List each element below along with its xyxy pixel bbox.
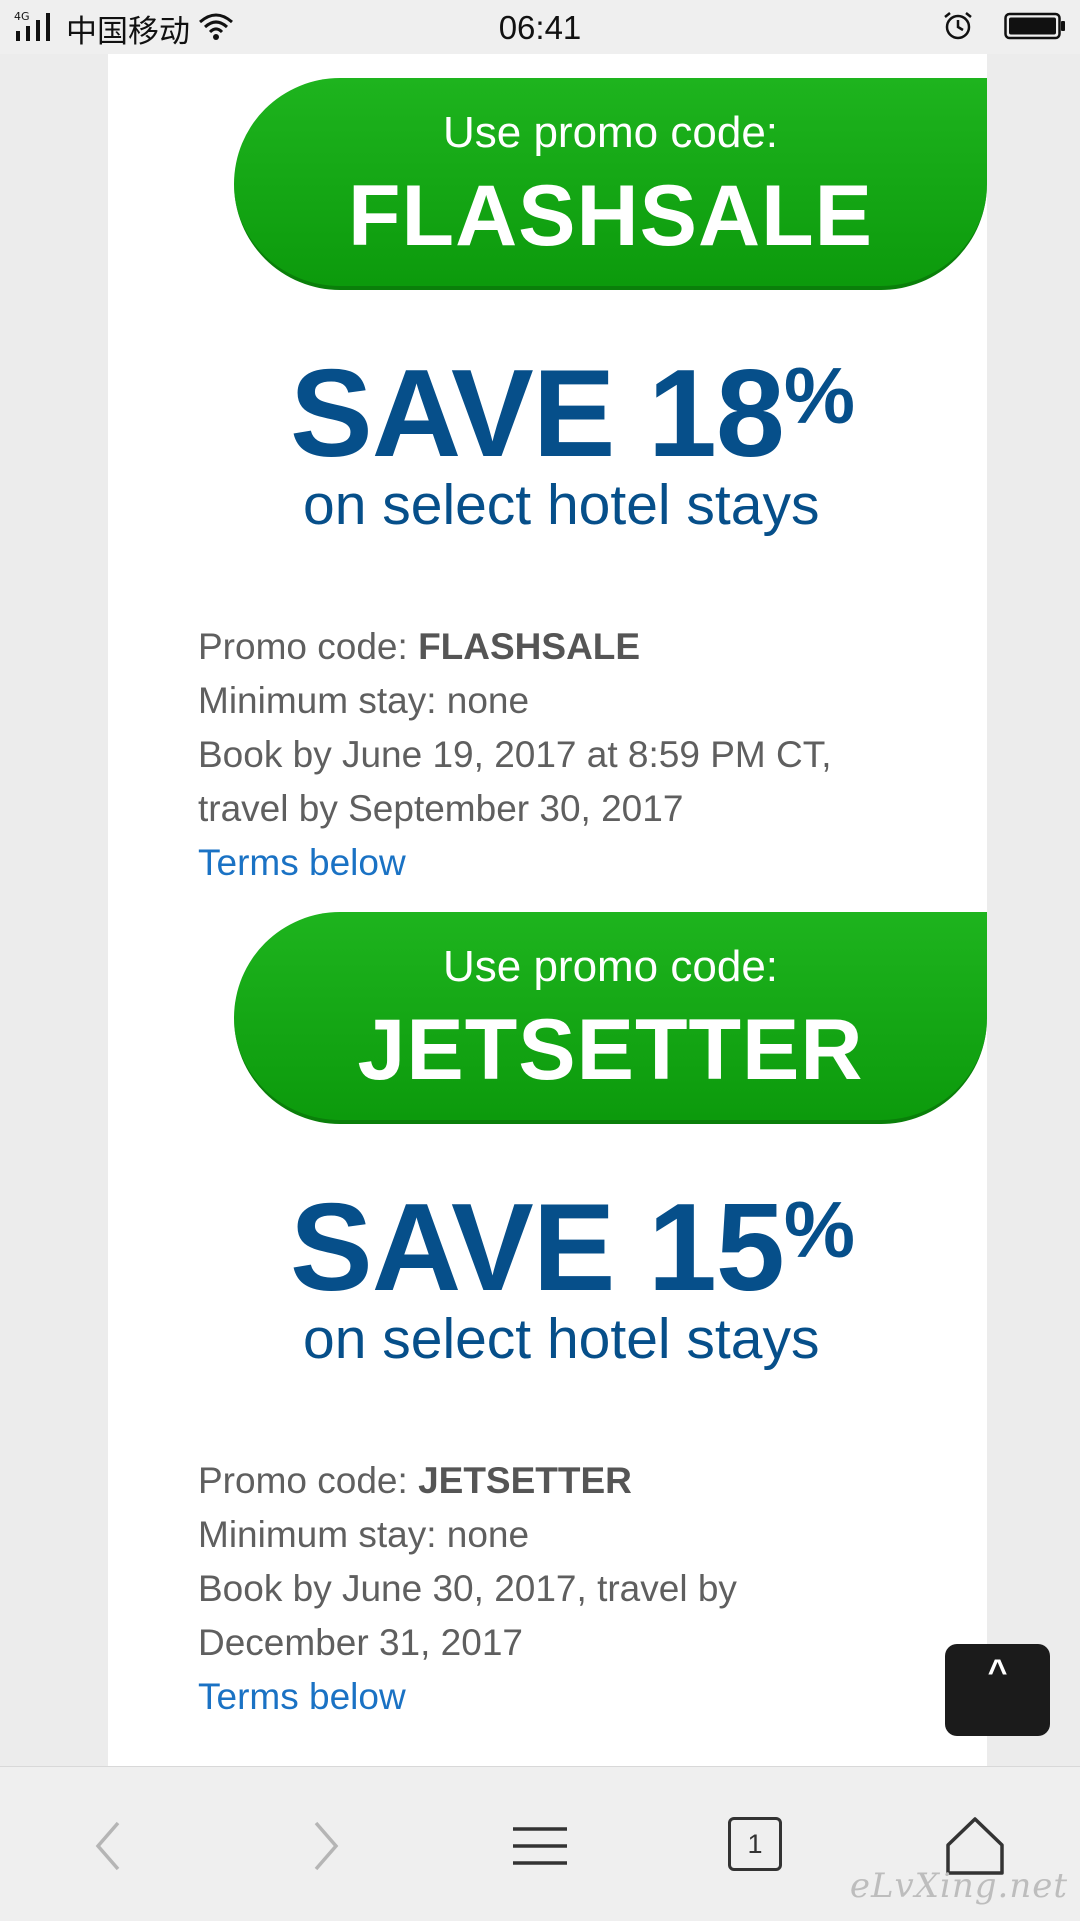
promo-code-line: Promo code: FLASHSALE: [198, 620, 958, 674]
forward-button[interactable]: [290, 1811, 360, 1881]
booking-window-line-1: Book by June 30, 2017, travel by: [198, 1568, 737, 1609]
status-bar: 4G 中国移动 06:41: [0, 0, 1080, 54]
booking-window-line-2: December 31, 2017: [198, 1622, 523, 1663]
terms-link[interactable]: Terms below: [198, 1670, 958, 1724]
save-amount: SAVE 15: [290, 1179, 785, 1317]
battery-icon: [1004, 12, 1066, 45]
promo-banner-label: Use promo code:: [442, 942, 779, 991]
save-percent-sign: %: [783, 351, 855, 440]
promo-banner-label: Use promo code:: [442, 108, 779, 157]
booking-window-line-1: Book by June 19, 2017 at 8:59 PM CT,: [198, 734, 832, 775]
chevron-left-icon: [95, 1821, 120, 1871]
booking-window-line-2: travel by September 30, 2017: [198, 788, 684, 829]
promo-code-value: JETSETTER: [418, 1460, 632, 1501]
promo-banner[interactable]: Use promo code: JETSETTER: [234, 912, 987, 1124]
web-page-content: Use promo code: FLASHSALE SAVE 18% on se…: [108, 54, 987, 1766]
promo-code-label: Promo code:: [198, 1460, 419, 1501]
tabs-button[interactable]: 1: [728, 1817, 782, 1871]
offer-details: Promo code: FLASHSALE Minimum stay: none…: [198, 620, 958, 890]
promo-code-line: Promo code: JETSETTER: [198, 1454, 958, 1508]
save-subtitle: on select hotel stays: [303, 1307, 820, 1371]
alarm-icon: [942, 10, 974, 47]
save-headline: SAVE 18%: [290, 351, 930, 476]
promo-banner-code: JETSETTER: [357, 1002, 864, 1098]
promo-banner-code: FLASHSALE: [348, 168, 873, 264]
menu-button[interactable]: [505, 1811, 575, 1881]
minimum-stay: Minimum stay: none: [198, 680, 530, 721]
promo-banner[interactable]: Use promo code: FLASHSALE: [234, 78, 987, 290]
back-button[interactable]: [74, 1811, 144, 1881]
watermark: eLvXing.net: [849, 1866, 1068, 1906]
save-amount: SAVE 18: [290, 345, 785, 483]
chevron-right-icon: [314, 1821, 339, 1871]
clock: 06:41: [498, 9, 582, 46]
save-subtitle: on select hotel stays: [303, 473, 820, 537]
offer-details: Promo code: JETSETTER Minimum stay: none…: [198, 1454, 958, 1724]
save-headline: SAVE 15%: [290, 1185, 930, 1310]
back-to-top-button[interactable]: ^: [945, 1644, 1050, 1736]
terms-link[interactable]: Terms below: [198, 836, 958, 890]
status-right: [942, 10, 1066, 46]
hamburger-menu-icon: [513, 1827, 567, 1865]
minimum-stay: Minimum stay: none: [198, 1514, 530, 1555]
save-percent-sign: %: [783, 1185, 855, 1274]
promo-code-label: Promo code:: [198, 626, 419, 667]
promo-code-value: FLASHSALE: [418, 626, 641, 667]
